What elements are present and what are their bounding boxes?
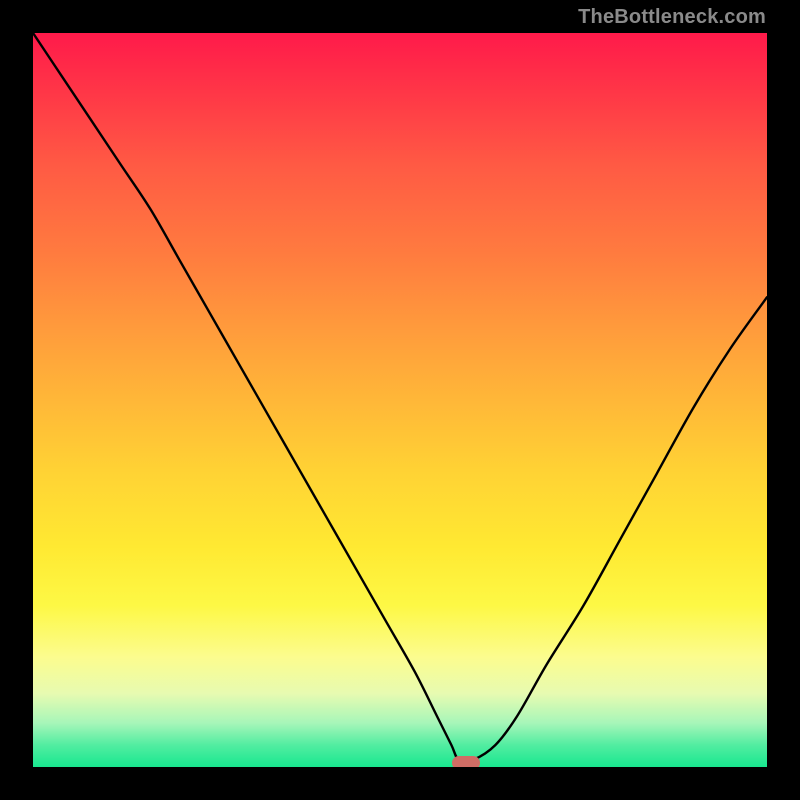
chart-frame: TheBottleneck.com (0, 0, 800, 800)
bottleneck-curve (33, 33, 767, 767)
curve-path (33, 33, 767, 761)
optimal-point-marker (452, 756, 480, 767)
watermark-text: TheBottleneck.com (578, 6, 766, 29)
plot-area (33, 33, 767, 767)
